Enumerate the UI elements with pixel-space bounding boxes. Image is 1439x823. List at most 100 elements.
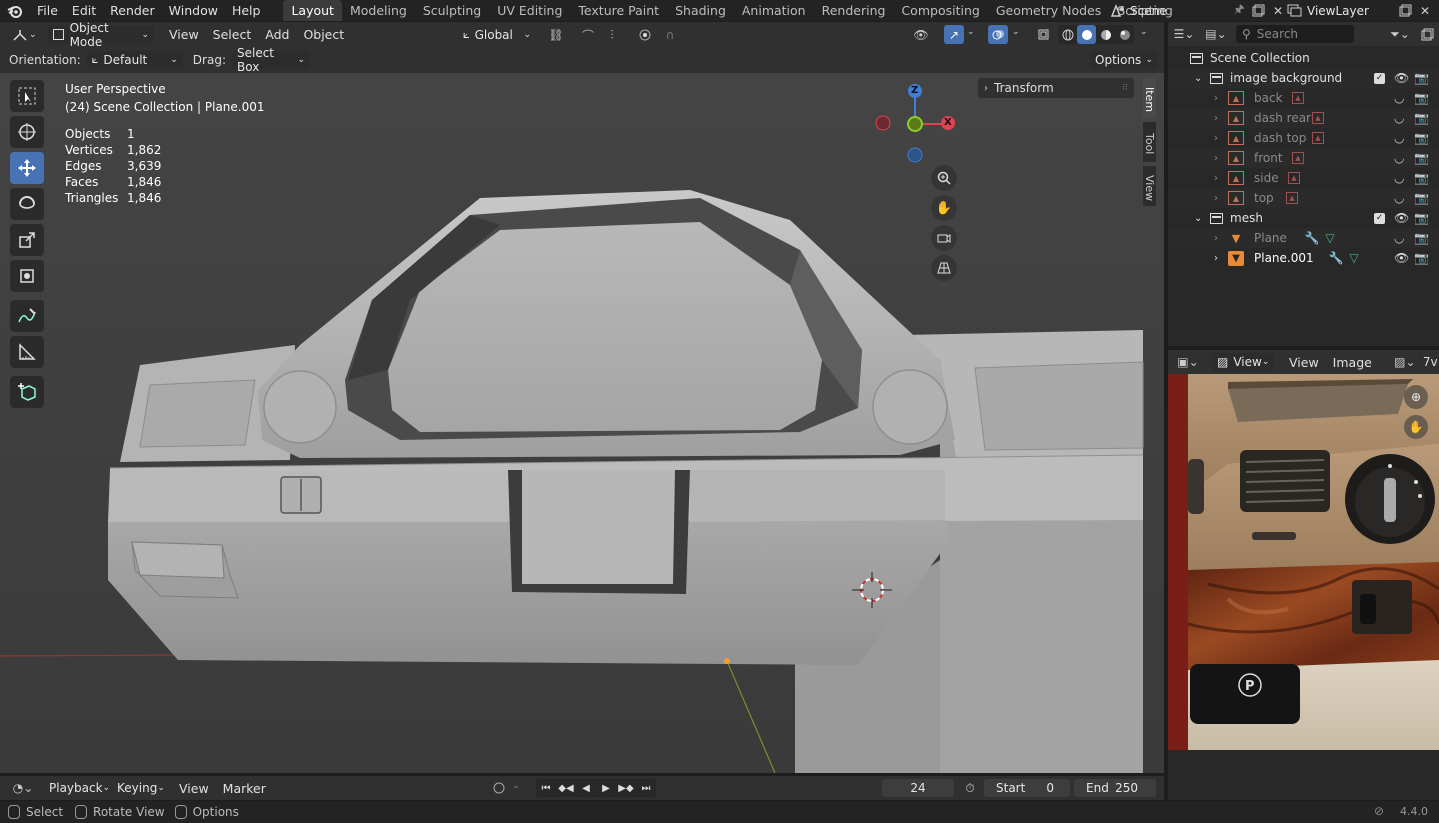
image-menu-image[interactable]: Image: [1326, 352, 1379, 373]
tab-modeling[interactable]: Modeling: [342, 0, 415, 21]
timeline-menu-marker[interactable]: Marker: [216, 778, 273, 799]
outliner-row-collection[interactable]: ⌄ image background ✓ 👁 📷: [1168, 68, 1439, 88]
scene-selector[interactable]: Scene 🖈 ✕: [1106, 0, 1288, 21]
outliner-row-image-top[interactable]: › ▲ top ▲ ◡ 📷: [1168, 188, 1439, 208]
new-collection-icon[interactable]: [1415, 28, 1439, 41]
visibility-eye-icon[interactable]: 👁: [1394, 71, 1409, 85]
overlays-dropdown[interactable]: ⌄: [1012, 27, 1020, 37]
image-menu-view[interactable]: View: [1282, 352, 1326, 373]
pin-icon[interactable]: 🖈: [1230, 0, 1248, 21]
perspective-toggle-icon[interactable]: [931, 255, 957, 281]
scale-tool[interactable]: [10, 224, 44, 256]
new-scene-icon[interactable]: [1248, 4, 1268, 17]
move-tool[interactable]: [10, 152, 44, 184]
gizmo-toggle-icon[interactable]: ↗: [944, 25, 964, 44]
snap-icon[interactable]: ⌒: [578, 26, 598, 44]
menu-help[interactable]: Help: [225, 0, 268, 21]
menu-render[interactable]: Render: [103, 0, 162, 21]
outliner-row-image-dash-top[interactable]: › ▲ dash top ▲ ◡ 📷: [1168, 128, 1439, 148]
sidebar-tab-view[interactable]: View: [1143, 166, 1156, 206]
hidden-eye-icon[interactable]: ◡: [1394, 191, 1404, 205]
play-reverse-icon[interactable]: ◀: [576, 783, 596, 794]
hidden-eye-icon[interactable]: ◡: [1394, 131, 1404, 145]
editor-type-button[interactable]: ⌄: [8, 26, 42, 44]
timeline-editor-type-icon[interactable]: ◔⌄: [8, 781, 38, 795]
hidden-eye-icon[interactable]: ◡: [1394, 231, 1404, 245]
current-frame-field[interactable]: 24: [882, 779, 954, 797]
render-camera-icon[interactable]: 📷: [1414, 251, 1429, 265]
network-offline-icon[interactable]: ⊘: [1374, 804, 1384, 818]
outliner-row-scene-collection[interactable]: Scene Collection: [1168, 48, 1439, 68]
jump-end-icon[interactable]: ⏭: [636, 783, 656, 794]
image-browse-icon[interactable]: ▨⌄: [1391, 355, 1419, 369]
orientation-dropdown[interactable]: ⟀ Default ⌄: [86, 51, 183, 69]
pivot-point-icon[interactable]: ⛓: [542, 26, 570, 44]
blender-logo-icon[interactable]: [0, 0, 30, 21]
panel-drag-handle-icon[interactable]: ⁝⁝: [1122, 83, 1128, 93]
tab-shading[interactable]: Shading: [667, 0, 734, 21]
rotate-tool[interactable]: [10, 188, 44, 220]
auto-keying-icon[interactable]: [490, 780, 508, 796]
play-icon[interactable]: ▶: [596, 783, 616, 794]
annotate-tool[interactable]: [10, 300, 44, 332]
tab-layout[interactable]: Layout: [283, 0, 342, 21]
end-frame-field[interactable]: End 250: [1074, 779, 1156, 797]
display-mode-icon[interactable]: ▤⌄: [1200, 27, 1232, 41]
tab-geometry-nodes[interactable]: Geometry Nodes: [988, 0, 1109, 21]
scene-name[interactable]: Scene: [1130, 4, 1230, 18]
prev-keyframe-icon[interactable]: ◆◀: [556, 783, 576, 794]
xray-toggle-icon[interactable]: [1034, 25, 1054, 44]
outliner-row-image-dash-rear[interactable]: › ▲ dash rear ▲ ◡ 📷: [1168, 108, 1439, 128]
menu-file[interactable]: File: [30, 0, 65, 21]
menu-edit[interactable]: Edit: [65, 0, 103, 21]
solid-shading-icon[interactable]: [1077, 25, 1096, 44]
exclude-checkbox-icon[interactable]: ✓: [1374, 72, 1385, 84]
gizmo-dropdown[interactable]: ⌄: [967, 27, 975, 37]
options-dropdown[interactable]: Options ⌄: [1090, 51, 1158, 69]
start-frame-field[interactable]: Start 0: [984, 779, 1070, 797]
snap-target-icon[interactable]: ⫶: [598, 26, 626, 44]
outliner-row-image-front[interactable]: › ▲ front ▲ ◡ 📷: [1168, 148, 1439, 168]
mode-dropdown[interactable]: Object Mode ⌄: [48, 21, 154, 49]
expand-icon[interactable]: ›: [1214, 133, 1228, 144]
expand-icon[interactable]: ›: [1214, 193, 1228, 204]
tab-texture-paint[interactable]: Texture Paint: [570, 0, 667, 21]
reference-photo[interactable]: P ⊕ ✋: [1168, 374, 1439, 750]
tab-compositing[interactable]: Compositing: [893, 0, 987, 21]
outliner-editor-type-icon[interactable]: ☰⌄: [1168, 27, 1200, 41]
visibility-eye-icon[interactable]: 👁: [1394, 211, 1409, 225]
image-editor-type-icon[interactable]: ▣⌄: [1172, 355, 1204, 369]
outliner-row-image-side[interactable]: › ▲ side ▲ ◡ 📷: [1168, 168, 1439, 188]
viewport-menu-object[interactable]: Object: [296, 24, 351, 45]
image-pan-hand-icon[interactable]: ✋: [1404, 415, 1428, 439]
render-camera-icon[interactable]: 📷: [1414, 111, 1429, 125]
expand-icon[interactable]: ⌄: [1194, 213, 1208, 224]
hidden-eye-icon[interactable]: ◡: [1394, 111, 1404, 125]
render-camera-icon[interactable]: 📷: [1414, 131, 1429, 145]
material-shading-icon[interactable]: [1096, 25, 1115, 44]
visibility-selectability-icon[interactable]: 👁: [906, 26, 936, 44]
tab-sculpting[interactable]: Sculpting: [415, 0, 489, 21]
sidebar-tab-tool[interactable]: Tool: [1143, 122, 1156, 162]
measure-tool[interactable]: [10, 336, 44, 368]
outliner-search-field[interactable]: ⚲ Search: [1236, 25, 1354, 43]
zoom-icon[interactable]: [931, 165, 957, 191]
expand-icon[interactable]: ›: [1214, 153, 1228, 164]
tab-animation[interactable]: Animation: [734, 0, 814, 21]
image-name-truncated[interactable]: 7v: [1423, 355, 1438, 369]
outliner-row-mesh-plane[interactable]: › ▼ Plane 🔧 ▽ ◡ 📷: [1168, 228, 1439, 248]
expand-icon[interactable]: ›: [1214, 93, 1228, 104]
hidden-eye-icon[interactable]: ◡: [1394, 151, 1404, 165]
preview-range-icon[interactable]: ⏱: [960, 780, 980, 796]
image-zoom-icon[interactable]: ⊕: [1404, 385, 1428, 409]
gizmo-neg-z-axis[interactable]: [907, 147, 923, 163]
hidden-eye-icon[interactable]: ◡: [1394, 91, 1404, 105]
expand-icon[interactable]: ›: [1214, 233, 1228, 244]
viewlayer-selector[interactable]: ViewLayer ✕: [1283, 0, 1435, 21]
expand-icon[interactable]: ›: [1214, 113, 1228, 124]
drag-dropdown[interactable]: Select Box ⌄: [231, 46, 310, 74]
render-camera-icon[interactable]: 📷: [1414, 171, 1429, 185]
overlays-toggle-icon[interactable]: [988, 25, 1008, 44]
transform-orientation-dropdown[interactable]: ⟀ Global ⌄: [458, 26, 536, 44]
outliner-row-mesh-plane-001[interactable]: › ▼ Plane.001 🔧 ▽ 👁 📷: [1168, 248, 1439, 268]
